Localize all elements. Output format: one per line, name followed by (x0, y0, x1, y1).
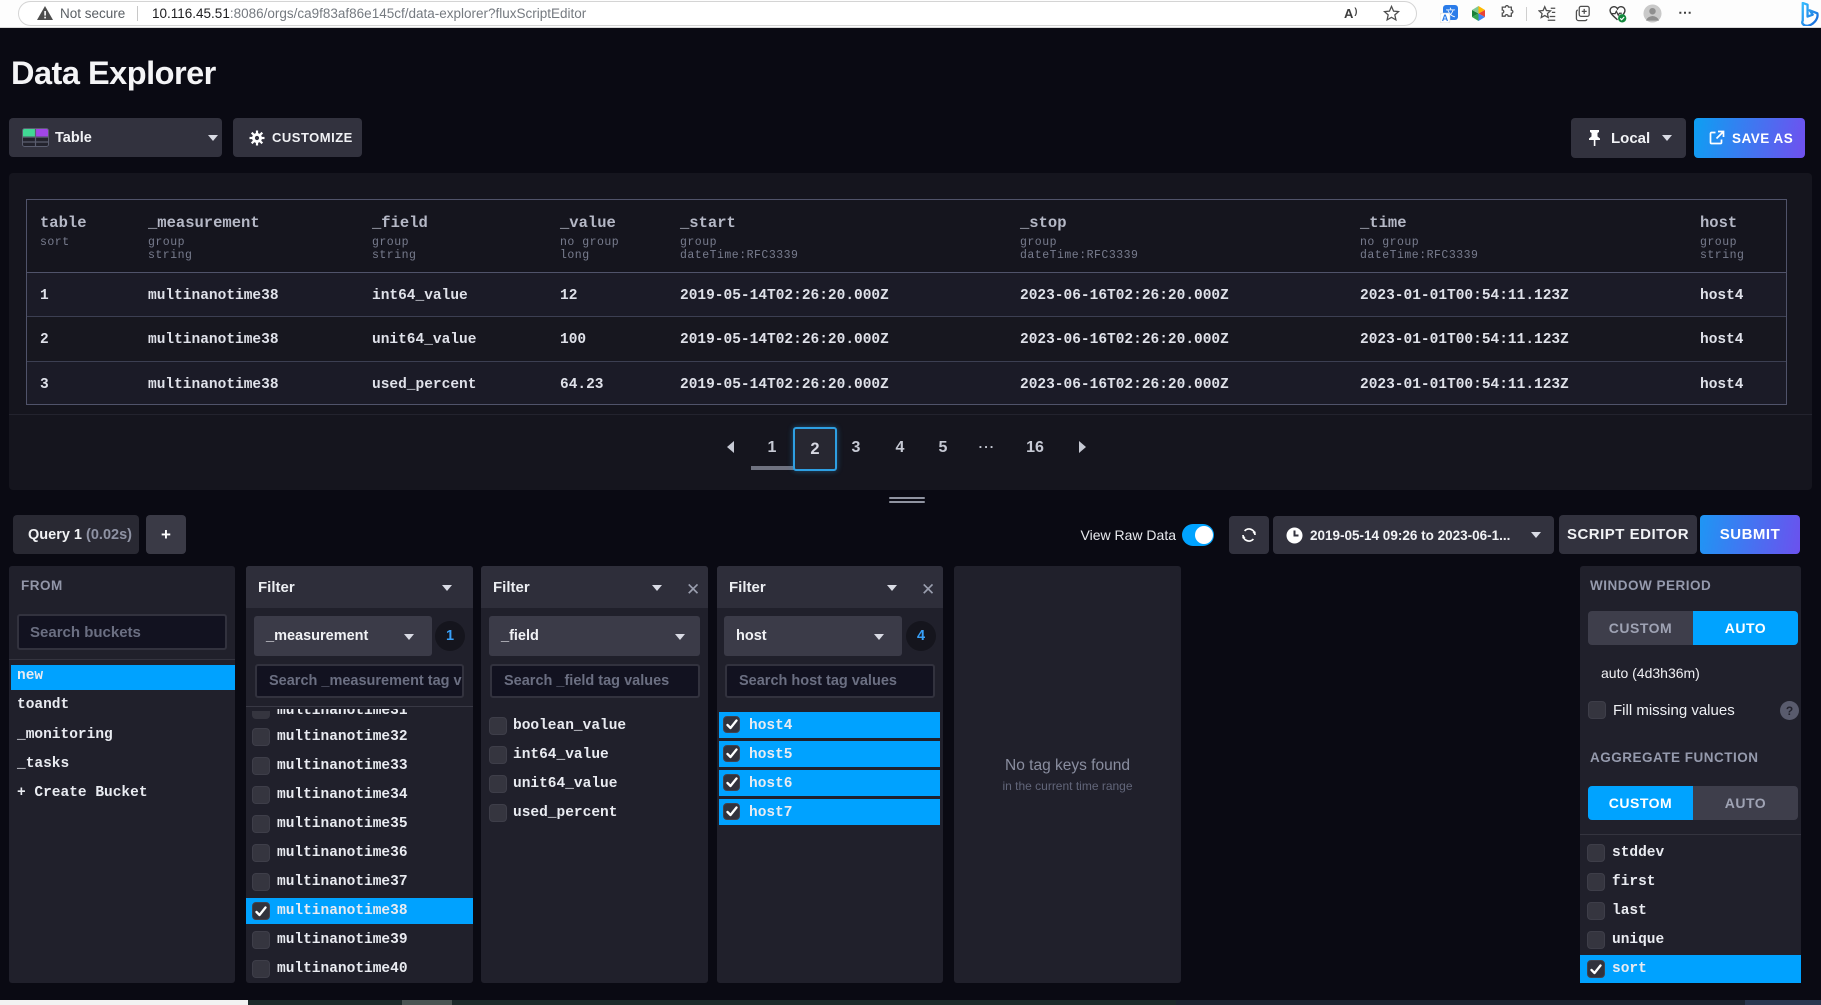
svg-text:A: A (1442, 13, 1449, 23)
